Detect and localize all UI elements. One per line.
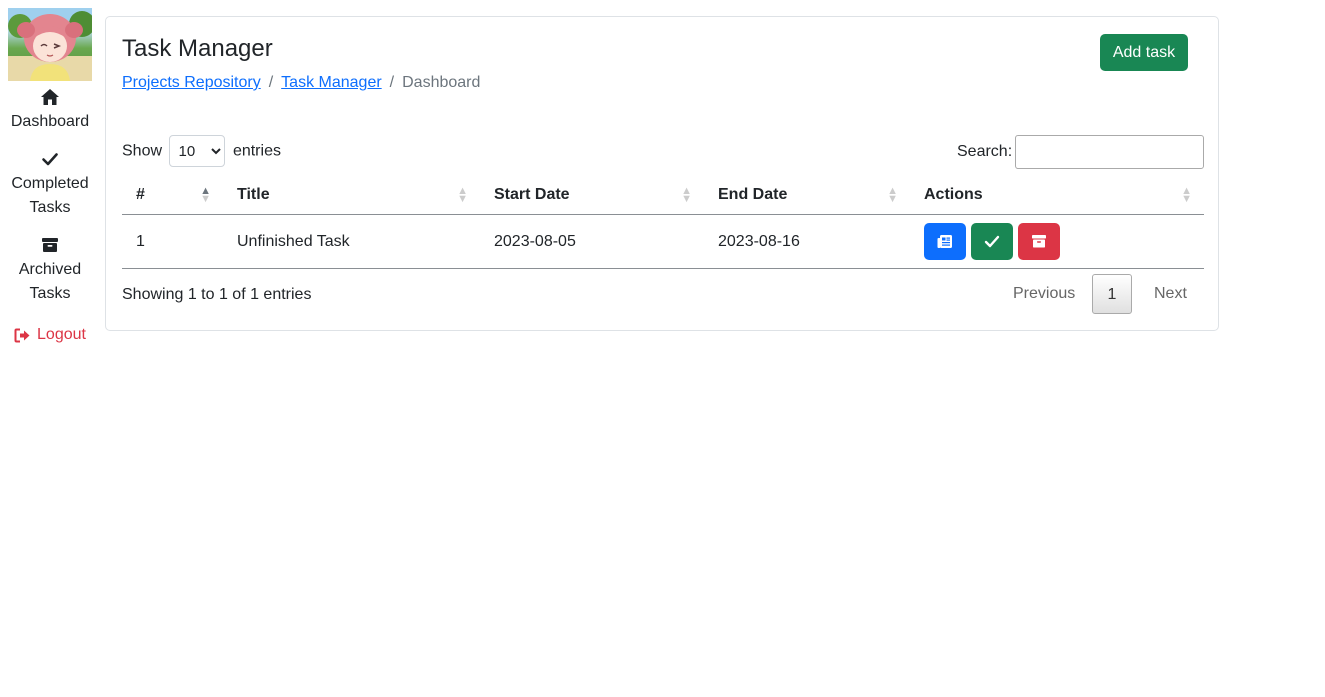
search-input[interactable] [1015, 134, 1205, 169]
entries-per-page-select[interactable]: 10 [169, 135, 226, 167]
archive-task-button[interactable] [1018, 223, 1060, 260]
sidebar-item-dashboard[interactable]: Dashboard [0, 88, 100, 134]
newspaper-icon [937, 235, 952, 248]
cell-number: 1 [122, 214, 223, 269]
tasks-table: # ▲ ▼ Title ▲ ▼ Start Date ▲ ▼ End Date ▲ ▼ … [122, 176, 1204, 269]
breadcrumb-projects-repository[interactable]: Projects Repository [122, 74, 261, 91]
archive-icon [1032, 235, 1046, 248]
column-header-title[interactable]: Title ▲ ▼ [223, 176, 480, 215]
table-header-row: # ▲ ▼ Title ▲ ▼ Start Date ▲ ▼ End Date ▲ ▼ … [122, 176, 1204, 215]
sidebar-item-completed-tasks[interactable]: Completed Tasks [0, 150, 100, 220]
column-header-end-date[interactable]: End Date ▲ ▼ [704, 176, 910, 215]
complete-task-button[interactable] [971, 223, 1013, 260]
cell-end-date: 2023-08-16 [704, 214, 910, 269]
cell-title: Unfinished Task [223, 214, 480, 269]
breadcrumb-separator: / [268, 74, 274, 91]
breadcrumb-task-manager[interactable]: Task Manager [281, 74, 382, 91]
table-search: Search: [957, 134, 1205, 170]
breadcrumb-separator: / [389, 74, 395, 91]
sidebar-item-label: Completed Tasks [11, 175, 89, 216]
length-prefix: Show [122, 142, 163, 160]
pagination-next[interactable]: Next [1154, 274, 1187, 314]
sort-icon: ▲ ▼ [681, 185, 692, 205]
sort-icon: ▲ ▼ [200, 185, 211, 205]
column-header-start-date[interactable]: Start Date ▲ ▼ [480, 176, 704, 215]
breadcrumb: Projects Repository / Task Manager / Dashboa… [122, 72, 480, 94]
task-manager-card: Task Manager Projects Repository / Task Ma… [105, 16, 1219, 331]
sign-out-icon [14, 327, 31, 343]
table-row: 1 Unfinished Task 2023-08-05 2023-08-16 [122, 214, 1204, 269]
archive-icon [0, 236, 100, 258]
search-label: Search: [957, 143, 1013, 160]
check-icon [984, 235, 1000, 248]
sidebar-item-label: Dashboard [10, 113, 90, 130]
cell-actions [910, 214, 1204, 269]
sort-icon: ▲ ▼ [1181, 185, 1192, 205]
sidebar-item-label: Archived Tasks [18, 261, 82, 302]
table-info: Showing 1 to 1 of 1 entries [122, 286, 312, 303]
sidebar-item-archived-tasks[interactable]: Archived Tasks [0, 236, 100, 306]
avatar [8, 8, 92, 81]
column-header-actions[interactable]: Actions ▲ ▼ [910, 176, 1204, 215]
column-header-number[interactable]: # ▲ ▼ [122, 176, 223, 215]
add-task-button[interactable]: Add task [1100, 34, 1188, 71]
avatar-image [8, 8, 92, 81]
pagination-page-current[interactable]: 1 [1092, 274, 1132, 314]
view-task-button[interactable] [924, 223, 966, 260]
logout-link[interactable]: Logout [0, 323, 100, 347]
pagination-previous[interactable]: Previous [1013, 274, 1075, 314]
check-icon [0, 150, 100, 172]
home-icon [0, 88, 100, 110]
breadcrumb-current: Dashboard [402, 74, 481, 91]
cell-start-date: 2023-08-05 [480, 214, 704, 269]
sort-icon: ▲ ▼ [457, 185, 468, 205]
sort-icon: ▲ ▼ [887, 185, 898, 205]
logout-label: Logout [37, 326, 86, 343]
length-suffix: entries [232, 142, 281, 160]
entries-length-control: Show 10 entries [122, 135, 281, 168]
page-title: Task Manager [122, 35, 273, 62]
